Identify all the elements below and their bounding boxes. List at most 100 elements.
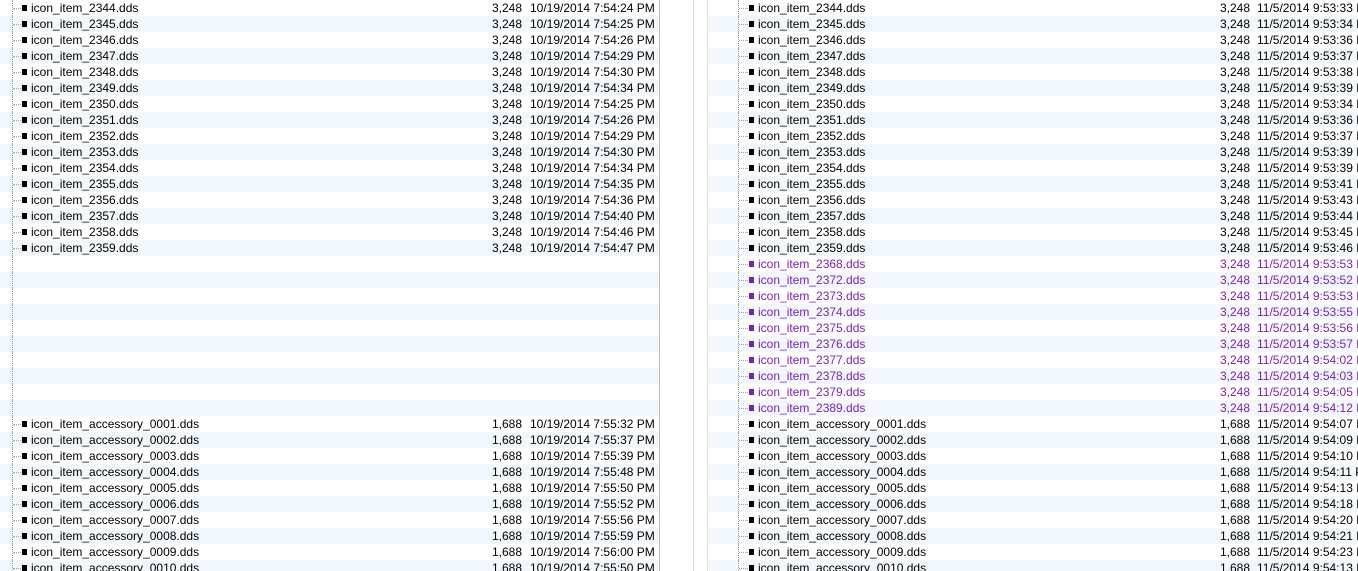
pane-divider[interactable] (659, 0, 708, 571)
file-row[interactable]: icon_item_2351.dds 3,248 10/19/2014 7:54:2… (0, 112, 660, 128)
file-row[interactable]: icon_item_2358.dds 3,248 11/5/2014 9:53:45… (708, 224, 1358, 240)
file-modified-date: 11/5/2014 9:53:39 P (1257, 145, 1358, 159)
empty-row (0, 352, 660, 368)
file-row[interactable]: icon_item_2368.dds 3,248 11/5/2014 9:53:53… (708, 256, 1358, 272)
tree-branch (739, 104, 748, 105)
file-row[interactable]: icon_item_2348.dds 3,248 11/5/2014 9:53:38… (708, 64, 1358, 80)
file-row[interactable]: icon_item_accessory_0008.dds 1,688 10/19/2… (0, 528, 660, 544)
file-row[interactable]: icon_item_accessory_0007.dds 1,688 10/19/2… (0, 512, 660, 528)
file-row[interactable]: icon_item_2389.dds 3,248 11/5/2014 9:54:12… (708, 400, 1358, 416)
tree-branch (739, 568, 748, 569)
file-row[interactable]: icon_item_2352.dds 3,248 11/5/2014 9:53:37… (708, 128, 1358, 144)
file-size: 3,248 (491, 1, 522, 15)
file-icon (22, 421, 27, 427)
file-row[interactable]: icon_item_2350.dds 3,248 10/19/2014 7:54:2… (0, 96, 660, 112)
file-row[interactable]: icon_item_2345.dds 3,248 10/19/2014 7:54:2… (0, 16, 660, 32)
file-row[interactable]: icon_item_2354.dds 3,248 10/19/2014 7:54:3… (0, 160, 660, 176)
file-row[interactable]: icon_item_2373.dds 3,248 11/5/2014 9:53:53… (708, 288, 1358, 304)
file-row[interactable]: icon_item_accessory_0005.dds 1,688 11/5/20… (708, 480, 1358, 496)
file-row[interactable]: icon_item_2349.dds 3,248 10/19/2014 7:54:3… (0, 80, 660, 96)
file-row[interactable]: icon_item_2344.dds 3,248 11/5/2014 9:53:33… (708, 0, 1358, 16)
file-name: icon_item_2349.dds (31, 81, 139, 95)
file-row[interactable]: icon_item_2354.dds 3,248 11/5/2014 9:53:39… (708, 160, 1358, 176)
file-row[interactable]: icon_item_2375.dds 3,248 11/5/2014 9:53:56… (708, 320, 1358, 336)
file-row[interactable]: icon_item_accessory_0004.dds 1,688 11/5/20… (708, 464, 1358, 480)
file-row[interactable]: icon_item_2372.dds 3,248 11/5/2014 9:53:52… (708, 272, 1358, 288)
file-row[interactable]: icon_item_2347.dds 3,248 11/5/2014 9:53:37… (708, 48, 1358, 64)
file-row[interactable]: icon_item_2353.dds 3,248 11/5/2014 9:53:39… (708, 144, 1358, 160)
file-name: icon_item_2351.dds (758, 113, 866, 127)
file-row[interactable]: icon_item_2356.dds 3,248 10/19/2014 7:54:3… (0, 192, 660, 208)
file-row[interactable]: icon_item_accessory_0002.dds 1,688 10/19/2… (0, 432, 660, 448)
left-file-pane[interactable]: icon_item_2344.dds 3,248 10/19/2014 7:54:2… (0, 0, 660, 571)
file-row[interactable]: icon_item_2355.dds 3,248 11/5/2014 9:53:41… (708, 176, 1358, 192)
file-row[interactable]: icon_item_2347.dds 3,248 10/19/2014 7:54:2… (0, 48, 660, 64)
file-row[interactable]: icon_item_2349.dds 3,248 11/5/2014 9:53:39… (708, 80, 1358, 96)
file-row[interactable]: icon_item_2357.dds 3,248 10/19/2014 7:54:4… (0, 208, 660, 224)
file-row[interactable]: icon_item_accessory_0005.dds 1,688 10/19/2… (0, 480, 660, 496)
file-row[interactable]: icon_item_2355.dds 3,248 10/19/2014 7:54:3… (0, 176, 660, 192)
file-row[interactable]: icon_item_2356.dds 3,248 11/5/2014 9:53:43… (708, 192, 1358, 208)
file-size: 1,688 (491, 433, 522, 447)
file-icon (22, 213, 27, 219)
file-row[interactable]: icon_item_2351.dds 3,248 11/5/2014 9:53:36… (708, 112, 1358, 128)
tree-branch (739, 248, 748, 249)
file-size: 3,248 (491, 161, 522, 175)
file-row[interactable]: icon_item_accessory_0006.dds 1,688 10/19/2… (0, 496, 660, 512)
file-row[interactable]: icon_item_2350.dds 3,248 11/5/2014 9:53:34… (708, 96, 1358, 112)
file-modified-date: 10/19/2014 7:54:30 PM (530, 145, 655, 159)
file-modified-date: 11/5/2014 9:54:13 P (1257, 481, 1358, 495)
file-row[interactable]: icon_item_accessory_0009.dds 1,688 11/5/20… (708, 544, 1358, 560)
file-row[interactable]: icon_item_accessory_0003.dds 1,688 10/19/2… (0, 448, 660, 464)
file-size: 3,248 (491, 225, 522, 239)
file-row[interactable]: icon_item_accessory_0010.dds 1,688 11/5/20… (708, 560, 1358, 571)
tree-branch (739, 88, 748, 89)
tree-branch (739, 520, 748, 521)
file-row[interactable]: icon_item_2374.dds 3,248 11/5/2014 9:53:55… (708, 304, 1358, 320)
file-icon (749, 53, 754, 59)
file-row[interactable]: icon_item_2353.dds 3,248 10/19/2014 7:54:3… (0, 144, 660, 160)
file-row[interactable]: icon_item_accessory_0001.dds 1,688 11/5/20… (708, 416, 1358, 432)
file-row[interactable]: icon_item_accessory_0007.dds 1,688 11/5/20… (708, 512, 1358, 528)
file-row[interactable]: icon_item_accessory_0006.dds 1,688 11/5/20… (708, 496, 1358, 512)
file-row[interactable]: icon_item_accessory_0008.dds 1,688 11/5/20… (708, 528, 1358, 544)
file-name: icon_item_accessory_0005.dds (758, 481, 927, 495)
gutter-line (693, 0, 694, 571)
file-row[interactable]: icon_item_2379.dds 3,248 11/5/2014 9:54:05… (708, 384, 1358, 400)
file-row[interactable]: icon_item_2346.dds 3,248 11/5/2014 9:53:36… (708, 32, 1358, 48)
file-row[interactable]: icon_item_2359.dds 3,248 10/19/2014 7:54:4… (0, 240, 660, 256)
file-row[interactable]: icon_item_2352.dds 3,248 10/19/2014 7:54:2… (0, 128, 660, 144)
file-row[interactable]: icon_item_2358.dds 3,248 10/19/2014 7:54:4… (0, 224, 660, 240)
file-row[interactable]: icon_item_2357.dds 3,248 11/5/2014 9:53:44… (708, 208, 1358, 224)
file-row[interactable]: icon_item_accessory_0003.dds 1,688 11/5/20… (708, 448, 1358, 464)
file-size: 3,248 (491, 193, 522, 207)
right-file-pane[interactable]: icon_item_2344.dds 3,248 11/5/2014 9:53:33… (708, 0, 1358, 571)
file-modified-date: 10/19/2014 7:54:25 PM (530, 97, 655, 111)
file-row[interactable]: icon_item_2344.dds 3,248 10/19/2014 7:54:2… (0, 0, 660, 16)
file-row[interactable]: icon_item_2348.dds 3,248 10/19/2014 7:54:3… (0, 64, 660, 80)
file-row[interactable]: icon_item_2345.dds 3,248 11/5/2014 9:53:34… (708, 16, 1358, 32)
file-modified-date: 11/5/2014 9:54:09 P (1257, 433, 1358, 447)
file-size: 3,248 (1219, 17, 1250, 31)
file-modified-date: 11/5/2014 9:53:34 P (1257, 97, 1358, 111)
tree-branch (739, 392, 748, 393)
file-size: 1,688 (1219, 481, 1250, 495)
file-row[interactable]: icon_item_2376.dds 3,248 11/5/2014 9:53:57… (708, 336, 1358, 352)
file-row[interactable]: icon_item_2377.dds 3,248 11/5/2014 9:54:02… (708, 352, 1358, 368)
file-modified-date: 10/19/2014 7:55:32 PM (530, 417, 655, 431)
file-icon (749, 101, 754, 107)
file-row[interactable]: icon_item_accessory_0001.dds 1,688 10/19/2… (0, 416, 660, 432)
tree-branch (739, 472, 748, 473)
file-row[interactable]: icon_item_accessory_0009.dds 1,688 10/19/2… (0, 544, 660, 560)
file-modified-date: 11/5/2014 9:54:03 P (1257, 369, 1358, 383)
file-row[interactable]: icon_item_2346.dds 3,248 10/19/2014 7:54:2… (0, 32, 660, 48)
file-row[interactable]: icon_item_2378.dds 3,248 11/5/2014 9:54:03… (708, 368, 1358, 384)
file-row[interactable]: icon_item_accessory_0002.dds 1,688 11/5/20… (708, 432, 1358, 448)
file-size: 1,688 (1219, 433, 1250, 447)
file-icon (749, 277, 754, 283)
file-row[interactable]: icon_item_accessory_0004.dds 1,688 10/19/2… (0, 464, 660, 480)
file-icon (749, 245, 754, 251)
file-row[interactable]: icon_item_2359.dds 3,248 11/5/2014 9:53:46… (708, 240, 1358, 256)
file-modified-date: 11/5/2014 9:53:56 P (1257, 321, 1358, 335)
file-row[interactable]: icon_item_accessory_0010.dds 1,688 10/19/2… (0, 560, 660, 571)
